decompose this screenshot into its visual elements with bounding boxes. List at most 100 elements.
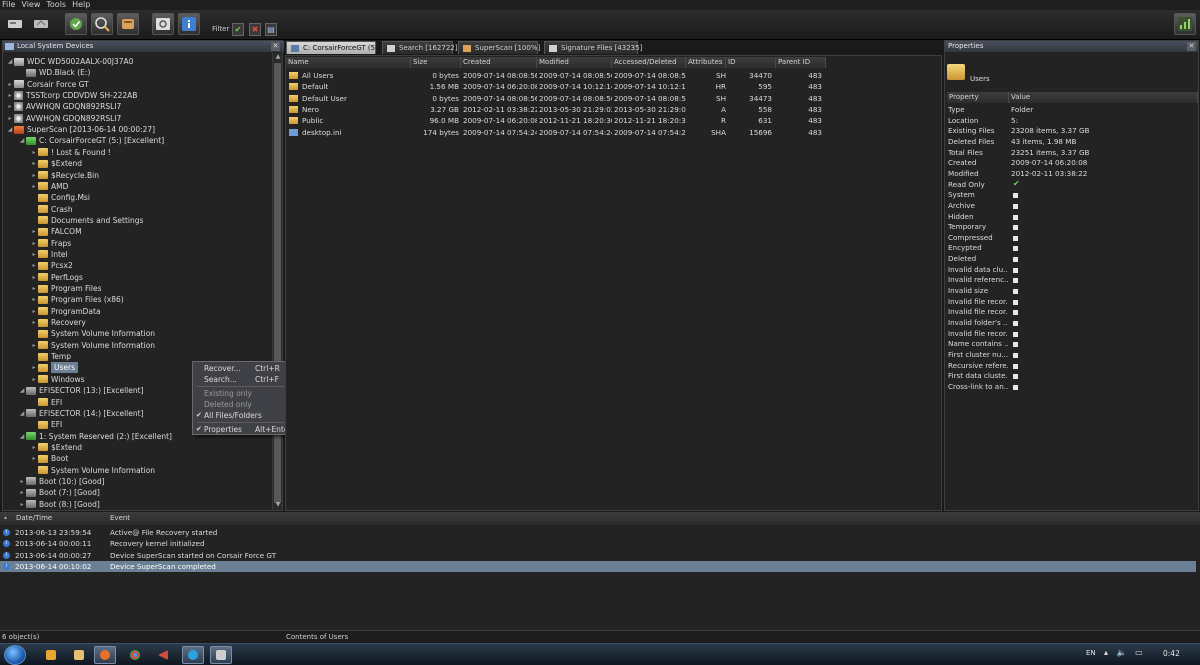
tree-item[interactable]: ▸ ! Lost & Found !	[30, 147, 110, 158]
tree-item[interactable]: ▸ Windows	[30, 374, 84, 385]
tab-signature-files[interactable]: Signature Files [43235]	[544, 41, 642, 54]
col-id[interactable]: ID	[726, 57, 776, 68]
expand-toggle-icon[interactable]: ▸	[6, 101, 14, 112]
chart-icon[interactable]	[1174, 13, 1196, 35]
expand-toggle-icon[interactable]: ▸	[18, 476, 26, 487]
log-row[interactable]: i 2013-06-14 00:10:02 Device SuperScan com…	[0, 560, 1196, 572]
file-row[interactable]: desktop.ini 174 bytes 2009-07-14 07:54:24 2…	[286, 127, 826, 138]
tree-item[interactable]: ▸ AVWHQN GDQN892RSLI7	[6, 101, 121, 112]
tree-item[interactable]: ▸ Pcsx2	[30, 260, 72, 271]
expand-toggle-icon[interactable]: ▸	[30, 317, 38, 328]
filter-deleted-icon[interactable]: ✖	[249, 23, 261, 36]
start-button[interactable]	[4, 645, 26, 665]
tab-search[interactable]: Search [162722]	[382, 41, 457, 54]
tree-item[interactable]: System Volume Information	[30, 328, 155, 339]
expand-toggle-icon[interactable]: ▸	[30, 147, 38, 158]
tree-item[interactable]: Temp	[30, 351, 71, 362]
expand-toggle-icon[interactable]: ◢	[18, 135, 26, 146]
tree-item[interactable]: ▸ AMD	[30, 181, 68, 192]
col-event[interactable]: Event	[108, 513, 408, 524]
tree-item[interactable]: ▸ $Extend	[30, 442, 82, 453]
expand-toggle-icon[interactable]: ▸	[30, 181, 38, 192]
log-row[interactable]: i 2013-06-14 00:00:27 Device SuperScan sta…	[0, 550, 1196, 561]
close-icon[interactable]: ✕	[1187, 42, 1196, 51]
tree-item[interactable]: ▸ Boot (10:) [Good]	[18, 476, 104, 487]
col-attributes[interactable]: Attributes	[686, 57, 726, 68]
tab-drive-c[interactable]: C: CorsairForceGT (5:)	[286, 41, 380, 54]
scroll-up-icon[interactable]: ▲	[273, 53, 283, 62]
arrow-icon[interactable]	[152, 646, 174, 664]
col-modified[interactable]: Modified	[537, 57, 612, 68]
tree-item[interactable]: ◢ EFISECTOR (14:) [Excellent]	[18, 408, 144, 419]
ctx-recover[interactable]: Recover... Ctrl+R	[193, 363, 295, 374]
expand-toggle-icon[interactable]: ▸	[18, 499, 26, 510]
firefox-icon[interactable]	[94, 646, 116, 664]
expand-toggle-icon[interactable]: ▸	[30, 442, 38, 453]
log-row[interactable]: i 2013-06-13 23:59:54 Active@ File Recover…	[0, 527, 1196, 538]
tree-item[interactable]: ▸ ProgramData	[30, 306, 100, 317]
media-player-icon[interactable]	[40, 646, 62, 664]
folder-icon[interactable]	[68, 646, 90, 664]
expand-toggle-icon[interactable]: ▸	[30, 374, 38, 385]
expand-toggle-icon[interactable]: ▸	[30, 340, 38, 351]
expand-toggle-icon[interactable]: ▸	[30, 362, 38, 373]
expand-toggle-icon[interactable]: ◢	[6, 56, 14, 67]
tree-item[interactable]: Config.Msi	[30, 192, 90, 203]
expand-toggle-icon[interactable]: ◢	[18, 385, 26, 396]
file-row[interactable]: Default User 0 bytes 2009-07-14 08:08:56 20…	[286, 93, 826, 104]
skype-icon[interactable]	[182, 646, 204, 664]
system-tray-icons[interactable]: ▴ 🔈 ▭	[1104, 648, 1146, 657]
col-size[interactable]: Size	[411, 57, 461, 68]
close-icon[interactable]: ✕	[271, 42, 280, 51]
tree-item[interactable]: ▸ $Recycle.Bin	[30, 170, 99, 181]
tree-item[interactable]: Crash	[30, 204, 73, 215]
scan-icon[interactable]	[91, 13, 113, 35]
filter-all-icon[interactable]: ▤	[265, 23, 277, 36]
tree-item[interactable]: ▸ Boot (8:) [Good]	[18, 499, 99, 510]
menu-file[interactable]: File	[2, 0, 15, 10]
col-name[interactable]: Name	[286, 57, 411, 68]
col-value[interactable]: Value	[1009, 92, 1198, 103]
tree-item[interactable]: ◢ 1: System Reserved (2:) [Excellent]	[18, 431, 172, 442]
expand-toggle-icon[interactable]: ▸	[30, 226, 38, 237]
tab-superscan[interactable]: SuperScan [100%]	[458, 41, 540, 54]
tree-item[interactable]: ▸ Corsair Force GT	[6, 79, 88, 90]
tree-item[interactable]: ▸ Fraps	[30, 238, 71, 249]
menu-view[interactable]: View	[21, 0, 40, 10]
tree-item[interactable]: ◢ WDC WD5002AALX-00J37A0	[6, 56, 134, 67]
tree-item[interactable]: System Volume Information	[30, 465, 155, 476]
open-image-icon[interactable]	[30, 13, 52, 35]
expand-toggle-icon[interactable]: ▸	[30, 238, 38, 249]
expand-toggle-icon[interactable]: ▸	[30, 453, 38, 464]
file-recovery-icon[interactable]	[210, 646, 232, 664]
filter-existing-icon[interactable]: ✔	[232, 23, 244, 36]
scrollbar-thumb[interactable]	[274, 63, 281, 503]
tree-item[interactable]: ▸ Users	[30, 362, 79, 374]
expand-toggle-icon[interactable]: ◢	[18, 431, 26, 442]
tree-item[interactable]: ◢ SuperScan [2013-06-14 00:00:27]	[6, 124, 155, 135]
tree-item[interactable]: ▸ Program Files	[30, 283, 101, 294]
recover-icon[interactable]	[65, 13, 87, 35]
expand-toggle-icon[interactable]: ▸	[6, 113, 14, 124]
file-row[interactable]: All Users 0 bytes 2009-07-14 08:08:56 2009-…	[286, 70, 826, 81]
ctx-all-files[interactable]: ✔ All Files/Folders	[193, 410, 295, 421]
col-parent-id[interactable]: Parent ID	[776, 57, 826, 68]
expand-toggle-icon[interactable]: ▸	[30, 294, 38, 305]
ctx-search[interactable]: Search... Ctrl+F	[193, 374, 295, 385]
expand-toggle-icon[interactable]: ▸	[30, 306, 38, 317]
tree-item[interactable]: WD.Black (E:)	[18, 67, 90, 78]
ctx-deleted-only[interactable]: Deleted only	[193, 399, 295, 410]
ctx-properties[interactable]: ✔ Properties Alt+Enter	[193, 424, 295, 435]
expand-toggle-icon[interactable]: ◢	[18, 408, 26, 419]
tree-item[interactable]: EFI	[30, 397, 62, 408]
tree-item[interactable]: Documents and Settings	[30, 215, 143, 226]
expand-toggle-icon[interactable]: ▸	[30, 249, 38, 260]
menu-help[interactable]: Help	[72, 0, 90, 10]
expand-toggle-icon[interactable]: ▸	[30, 272, 38, 283]
file-row[interactable]: Default 1.56 MB 2009-07-14 06:20:08 2009-07…	[286, 81, 826, 92]
file-row[interactable]: Nero 3.27 GB 2012-02-11 03:38:22 2013-05-30…	[286, 104, 826, 115]
tree-item[interactable]: EFI	[30, 419, 62, 430]
tree-item[interactable]: ▸ Boot (7:) [Good]	[18, 487, 99, 498]
clock[interactable]: 0:42	[1163, 649, 1180, 658]
tree-item[interactable]: ▸ FALCOM	[30, 226, 81, 237]
